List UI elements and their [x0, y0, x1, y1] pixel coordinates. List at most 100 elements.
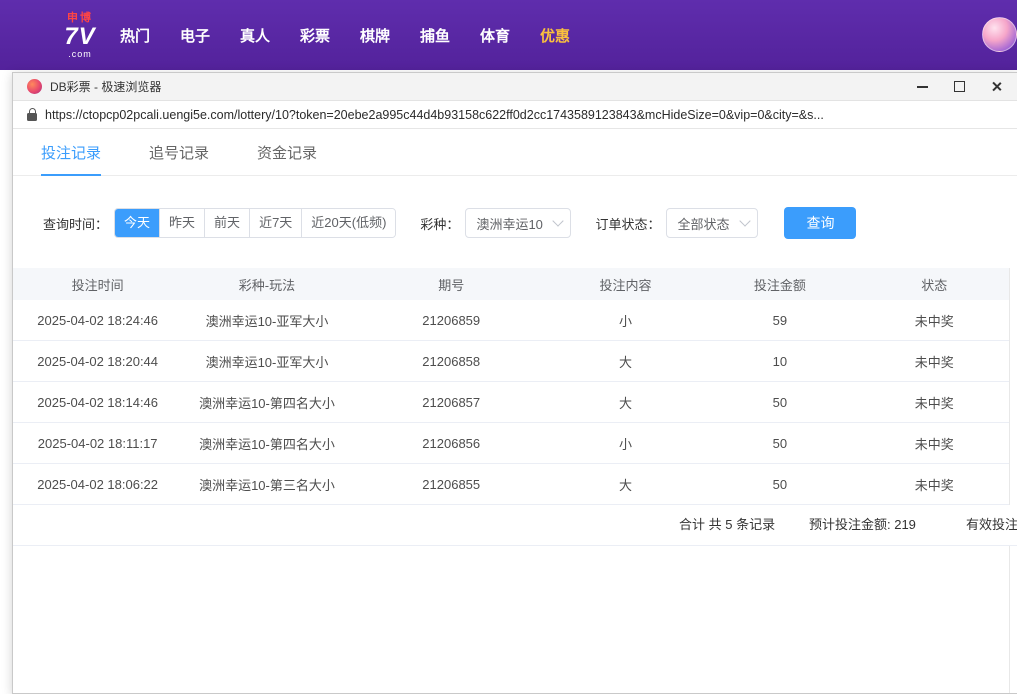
minimize-button[interactable]	[915, 80, 929, 94]
maximize-button[interactable]	[952, 80, 966, 94]
window-title: DB彩票 - 极速浏览器	[50, 78, 161, 95]
cell-2-0: 2025-04-02 18:14:46	[13, 395, 182, 410]
cell-1-3: 大	[551, 352, 700, 371]
cell-1-1: 澳洲幸运10-亚军大小	[182, 352, 351, 371]
nav-item-6[interactable]: 体育	[465, 25, 525, 46]
cell-1-5: 未中奖	[860, 352, 1009, 371]
browser-favicon-icon	[27, 79, 42, 94]
table-row-2: 2025-04-02 18:14:46澳洲幸运10-第四名大小21206857大…	[13, 382, 1009, 423]
time-option-4[interactable]: 近20天(低频)	[301, 209, 395, 237]
cell-3-4: 50	[700, 436, 859, 451]
time-option-2[interactable]: 前天	[204, 209, 249, 237]
cell-2-3: 大	[551, 393, 700, 412]
lottery-select[interactable]: 澳洲幸运10	[465, 208, 571, 238]
address-bar[interactable]: https://ctopcp02pcali.uengi5e.com/lotter…	[13, 101, 1017, 129]
cell-2-2: 21206857	[352, 395, 551, 410]
cell-3-1: 澳洲幸运10-第四名大小	[182, 434, 351, 453]
status-select[interactable]: 全部状态	[666, 208, 758, 238]
search-button[interactable]: 查询	[784, 207, 856, 239]
column-header-3: 投注内容	[551, 275, 700, 294]
cell-0-5: 未中奖	[860, 311, 1009, 330]
status-filter-label: 订单状态：	[595, 214, 660, 233]
window-titlebar[interactable]: DB彩票 - 极速浏览器	[13, 73, 1017, 101]
tab-bar: 投注记录 追号记录 资金记录	[13, 129, 1017, 176]
chevron-down-icon	[553, 215, 564, 226]
column-header-0: 投注时间	[13, 275, 182, 294]
column-header-2: 期号	[352, 275, 551, 294]
column-header-5: 状态	[860, 275, 1009, 294]
tab-bet-records[interactable]: 投注记录	[41, 129, 101, 175]
tab-fund-records[interactable]: 资金记录	[257, 129, 317, 175]
nav-item-2[interactable]: 真人	[225, 25, 285, 46]
filter-bar: 查询时间： 今天昨天前天近7天近20天(低频) 彩种： 澳洲幸运10 订单状态：…	[13, 207, 1017, 239]
nav-item-1[interactable]: 电子	[165, 25, 225, 46]
cell-4-3: 大	[551, 475, 700, 494]
cell-0-4: 59	[700, 313, 859, 328]
url-text[interactable]: https://ctopcp02pcali.uengi5e.com/lotter…	[45, 108, 824, 122]
table-body: 2025-04-02 18:24:46澳洲幸运10-亚军大小21206859小5…	[13, 300, 1009, 505]
maximize-icon	[954, 81, 965, 92]
cell-1-4: 10	[700, 354, 859, 369]
cell-0-0: 2025-04-02 18:24:46	[13, 313, 182, 328]
cell-4-5: 未中奖	[860, 475, 1009, 494]
cell-3-0: 2025-04-02 18:11:17	[13, 436, 182, 451]
cell-4-4: 50	[700, 477, 859, 492]
summary-expected-amount: 预计投注金额: 219	[809, 505, 916, 545]
cell-4-2: 21206855	[352, 477, 551, 492]
cell-1-0: 2025-04-02 18:20:44	[13, 354, 182, 369]
minimize-icon	[917, 86, 928, 88]
cell-3-5: 未中奖	[860, 434, 1009, 453]
logo-text-top: 申博	[67, 12, 93, 24]
logo-text-suffix: .com	[68, 49, 92, 59]
records-table: 投注时间彩种-玩法期号投注内容投注金额状态 2025-04-02 18:24:4…	[13, 268, 1009, 546]
table-right-divider	[1009, 268, 1010, 693]
cell-0-3: 小	[551, 311, 700, 330]
cell-0-1: 澳洲幸运10-亚军大小	[182, 311, 351, 330]
nav-item-3[interactable]: 彩票	[285, 25, 345, 46]
table-row-1: 2025-04-02 18:20:44澳洲幸运10-亚军大小21206858大1…	[13, 341, 1009, 382]
window-controls	[915, 80, 1005, 94]
column-header-4: 投注金额	[700, 275, 859, 294]
cell-4-0: 2025-04-02 18:06:22	[13, 477, 182, 492]
cell-4-1: 澳洲幸运10-第三名大小	[182, 475, 351, 494]
logo-text-main: 7V	[64, 24, 95, 49]
cell-3-3: 小	[551, 434, 700, 453]
cell-2-1: 澳洲幸运10-第四名大小	[182, 393, 351, 412]
table-row-3: 2025-04-02 18:11:17澳洲幸运10-第四名大小21206856小…	[13, 423, 1009, 464]
close-icon	[991, 81, 1002, 92]
table-header-row: 投注时间彩种-玩法期号投注内容投注金额状态	[13, 268, 1009, 300]
page-content: 投注记录 追号记录 资金记录 查询时间： 今天昨天前天近7天近20天(低频) 彩…	[13, 129, 1017, 693]
top-navbar: 申博 7V .com 热门电子真人彩票棋牌捕鱼体育优惠	[0, 0, 1017, 70]
time-filter-label: 查询时间：	[43, 214, 108, 233]
nav-item-0[interactable]: 热门	[105, 25, 165, 46]
brand-logo[interactable]: 申博 7V .com	[50, 8, 110, 62]
summary-valid-amount: 有效投注	[966, 505, 1017, 545]
table-row-0: 2025-04-02 18:24:46澳洲幸运10-亚军大小21206859小5…	[13, 300, 1009, 341]
table-summary-row: 合计 共 5 条记录 预计投注金额: 219 有效投注	[13, 505, 1017, 546]
chevron-down-icon	[740, 215, 751, 226]
cell-0-2: 21206859	[352, 313, 551, 328]
nav-item-5[interactable]: 捕鱼	[405, 25, 465, 46]
time-option-0[interactable]: 今天	[115, 209, 159, 237]
table-row-4: 2025-04-02 18:06:22澳洲幸运10-第三名大小21206855大…	[13, 464, 1009, 505]
lottery-select-value: 澳洲幸运10	[476, 214, 542, 233]
cell-2-4: 50	[700, 395, 859, 410]
lock-icon	[27, 113, 37, 121]
status-select-value: 全部状态	[677, 214, 729, 233]
time-filter-group: 今天昨天前天近7天近20天(低频)	[114, 208, 396, 238]
nav-item-4[interactable]: 棋牌	[345, 25, 405, 46]
column-header-1: 彩种-玩法	[182, 275, 351, 294]
cell-1-2: 21206858	[352, 354, 551, 369]
lottery-filter-label: 彩种：	[420, 214, 459, 233]
nav-item-7[interactable]: 优惠	[525, 25, 585, 46]
main-nav: 热门电子真人彩票棋牌捕鱼体育优惠	[105, 0, 585, 70]
tab-chase-records[interactable]: 追号记录	[149, 129, 209, 175]
cell-2-5: 未中奖	[860, 393, 1009, 412]
cell-3-2: 21206856	[352, 436, 551, 451]
time-option-1[interactable]: 昨天	[159, 209, 204, 237]
avatar[interactable]	[982, 17, 1017, 52]
close-button[interactable]	[989, 80, 1003, 94]
time-option-3[interactable]: 近7天	[249, 209, 301, 237]
browser-window: DB彩票 - 极速浏览器 https://ctopcp02pcali.uengi…	[12, 72, 1017, 694]
summary-total: 合计 共 5 条记录	[679, 505, 775, 545]
